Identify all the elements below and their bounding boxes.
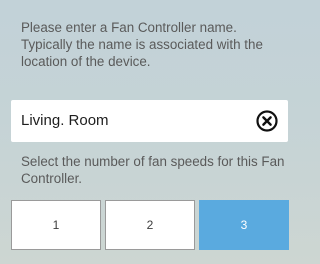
name-instruction-text: Please enter a Fan Controller name. Typi… (21, 20, 263, 69)
close-circle-icon (256, 110, 278, 132)
clear-input-button[interactable] (256, 110, 278, 132)
fan-speed-option-3[interactable]: 3 (199, 200, 289, 250)
fan-controller-name-field (11, 100, 288, 142)
fan-speed-option-1[interactable]: 1 (11, 200, 101, 250)
fan-speed-option-2[interactable]: 2 (105, 200, 195, 250)
fan-speed-instruction-text: Select the number of fan speeds for this… (21, 154, 285, 186)
fan-controller-name-input[interactable] (21, 100, 241, 142)
fan-speed-selector: 1 2 3 (11, 200, 289, 250)
